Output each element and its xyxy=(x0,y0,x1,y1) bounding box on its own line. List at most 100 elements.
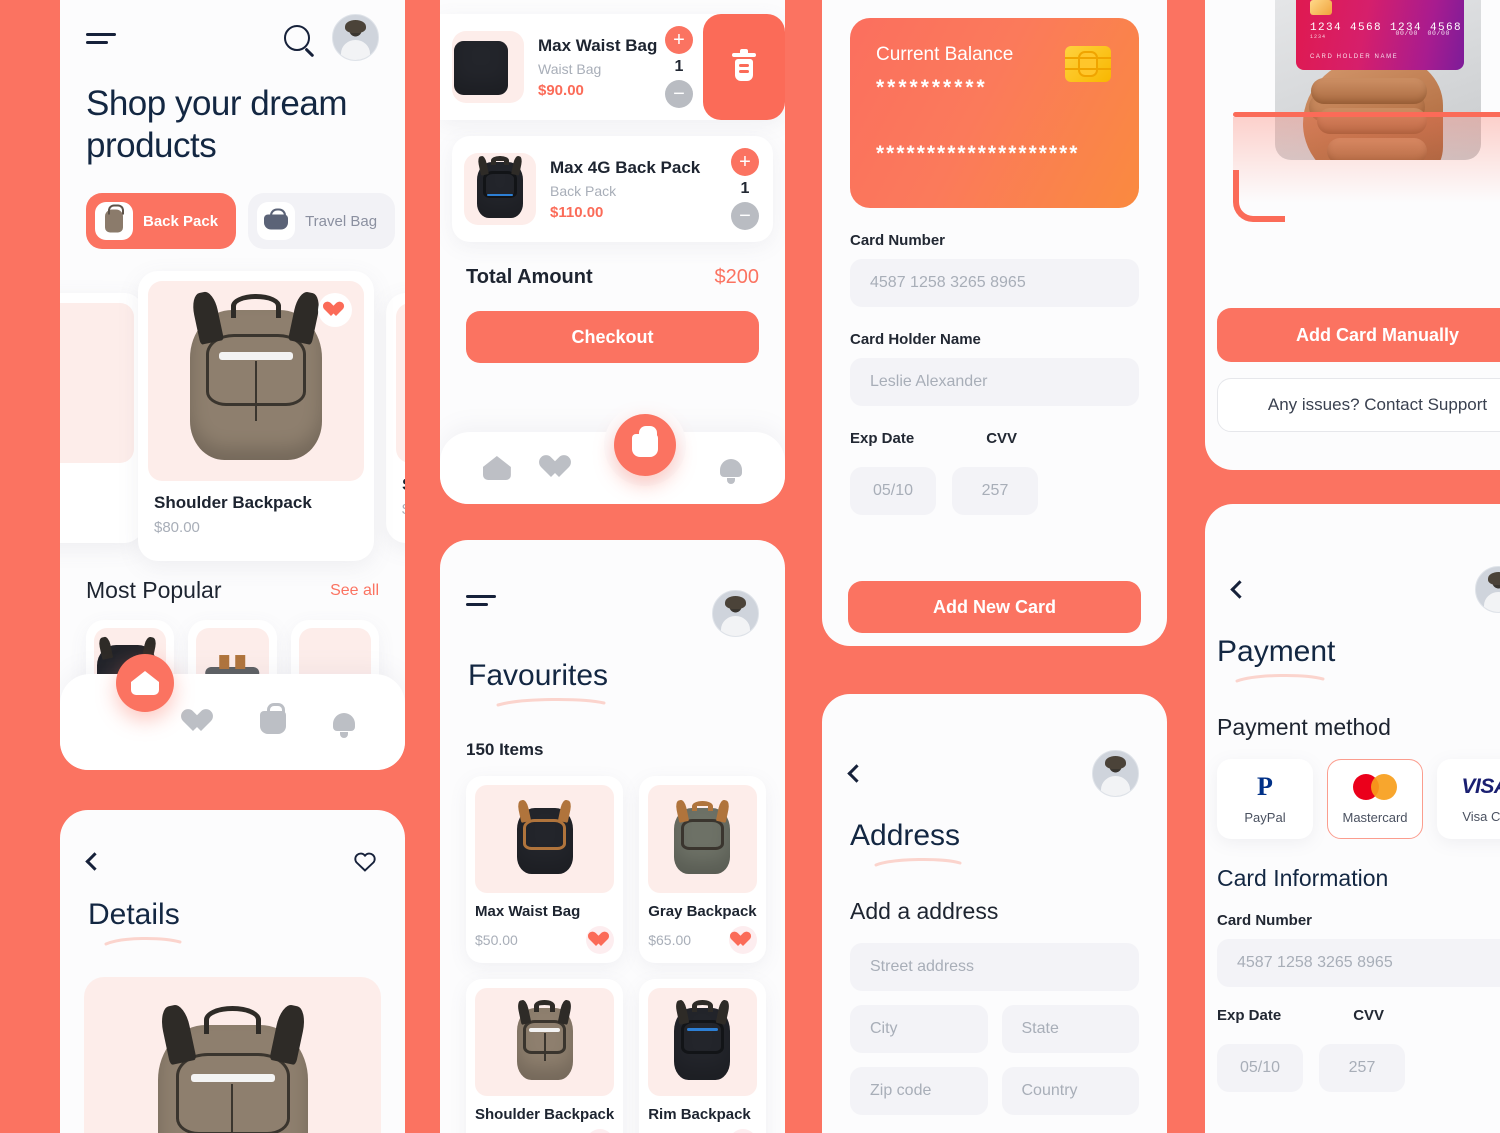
nav-alerts-icon[interactable] xyxy=(720,456,743,484)
favorite-button[interactable] xyxy=(586,1129,615,1133)
product-name: Gray Backpack xyxy=(648,903,757,920)
avatar[interactable] xyxy=(712,590,759,637)
country-input[interactable]: Country xyxy=(1001,1067,1139,1115)
card-exp-text: 00/00 xyxy=(1427,30,1450,37)
payment-method-visa[interactable]: VISA Visa Ca xyxy=(1437,759,1500,839)
nav-cart-button[interactable] xyxy=(604,404,687,486)
placeholder: Leslie Alexander xyxy=(870,373,988,390)
page-title: Favourites xyxy=(468,659,609,692)
back-icon[interactable] xyxy=(1230,580,1249,599)
product-image xyxy=(60,303,134,463)
payment-method-paypal[interactable]: P PayPal xyxy=(1217,759,1313,839)
product-card-peek-left[interactable]: ack xyxy=(60,293,144,543)
mockup-canvas: Shop your dream products Back Pack Trave… xyxy=(0,0,1500,1133)
avatar[interactable] xyxy=(1475,566,1500,613)
add-card-manually-button[interactable]: Add Card Manually xyxy=(1217,308,1500,362)
card-holder-input[interactable]: Leslie Alexander xyxy=(850,358,1139,406)
card-number-input[interactable]: 4587 1258 3265 8965 xyxy=(1217,939,1500,987)
visa-icon: VISA xyxy=(1461,774,1500,798)
nav-alerts-icon[interactable] xyxy=(333,710,356,738)
nav-favorites-icon[interactable] xyxy=(545,456,571,480)
zip-code-input[interactable]: Zip code xyxy=(850,1067,988,1115)
heart-outline-icon[interactable] xyxy=(353,850,377,872)
menu-icon[interactable] xyxy=(86,28,120,48)
see-all-link[interactable]: See all xyxy=(330,582,379,600)
category-chip-backpack[interactable]: Back Pack xyxy=(86,193,237,249)
increment-button[interactable]: + xyxy=(665,26,693,54)
product-name: Shoulder Backpack xyxy=(475,1106,615,1123)
emv-chip-icon xyxy=(1310,0,1332,15)
paypal-icon: P xyxy=(1257,771,1273,801)
title-underline xyxy=(496,697,606,707)
quantity-value: 1 xyxy=(740,180,750,197)
decrement-button[interactable]: − xyxy=(665,80,693,108)
cvv-input[interactable]: 257 xyxy=(1319,1044,1405,1092)
back-icon[interactable] xyxy=(85,851,104,871)
product-carousel[interactable]: ack Sa $45 Shoulder Backpack xyxy=(60,271,405,571)
balance-card: Current Balance ********** *************… xyxy=(850,18,1139,208)
product-image xyxy=(148,281,364,481)
product-hero-image xyxy=(84,977,381,1133)
category-chip-travelbag[interactable]: Travel Bag xyxy=(248,193,396,249)
home-icon xyxy=(131,671,159,695)
exp-date-label: Exp Date xyxy=(1217,1007,1282,1024)
product-card-featured[interactable]: Shoulder Backpack $80.00 xyxy=(138,271,374,561)
title-underline xyxy=(874,858,962,867)
total-row: Total Amount $200 xyxy=(466,266,759,289)
screen-address: Address Add a address Street address Cit… xyxy=(822,694,1167,1133)
favourite-card[interactable]: Shoulder Backpack $110.00 xyxy=(466,979,624,1133)
heart-icon xyxy=(734,932,751,949)
screen-home: Shop your dream products Back Pack Trave… xyxy=(60,0,405,770)
decrement-button[interactable]: − xyxy=(731,202,759,230)
cvv-label: CVV xyxy=(986,430,1018,447)
card-information-title: Card Information xyxy=(1217,865,1389,891)
heart-icon xyxy=(592,932,609,949)
avatar[interactable] xyxy=(332,14,379,61)
heart-icon xyxy=(327,302,344,319)
favorite-button[interactable] xyxy=(586,926,615,954)
card-number-input[interactable]: 4587 1258 3265 8965 xyxy=(850,259,1139,307)
menu-icon[interactable] xyxy=(466,590,500,610)
product-card-peek-right[interactable]: Sa $45 xyxy=(386,293,405,543)
favourite-card[interactable]: Rim Backpack $40.00 xyxy=(639,979,766,1133)
cart-row[interactable]: Max Waist Bag Waist Bag $90.00 + 1 − xyxy=(440,14,785,120)
cvv-input[interactable]: 257 xyxy=(952,467,1038,515)
nav-favorites-icon[interactable] xyxy=(187,710,213,734)
payment-method-list: P PayPal Mastercard VISA Visa Ca xyxy=(1205,741,1500,839)
screen-payment: Payment Payment method P PayPal Masterca… xyxy=(1205,504,1500,1133)
card-holder-label: Card Holder Name xyxy=(850,331,981,348)
checkout-button[interactable]: Checkout xyxy=(466,311,759,363)
card-scanner: BANKINTERNATIONAL 1234 4568 1234 4568 12… xyxy=(1205,0,1500,230)
nav-home-icon[interactable] xyxy=(482,456,511,480)
favourite-card[interactable]: Max Waist Bag $50.00 xyxy=(466,776,624,963)
chip-label: Back Pack xyxy=(143,212,219,230)
avatar[interactable] xyxy=(1092,750,1139,797)
section-subtitle: Add a address xyxy=(850,898,999,924)
favorite-button[interactable] xyxy=(728,1129,757,1133)
exp-date-input[interactable]: 05/10 xyxy=(850,467,936,515)
favorite-button[interactable] xyxy=(318,293,352,327)
exp-date-input[interactable]: 05/10 xyxy=(1217,1044,1303,1092)
delete-button[interactable] xyxy=(703,14,785,120)
placeholder: City xyxy=(870,1020,898,1037)
state-input[interactable]: State xyxy=(1001,1005,1139,1053)
add-new-card-button[interactable]: Add New Card xyxy=(848,581,1141,633)
nav-cart-icon[interactable] xyxy=(260,702,287,734)
contact-support-button[interactable]: Any issues? Contact Support xyxy=(1217,378,1500,432)
title-underline xyxy=(104,936,182,946)
favourite-card[interactable]: Gray Backpack $65.00 xyxy=(639,776,766,963)
quantity-value: 1 xyxy=(674,58,684,75)
city-input[interactable]: City xyxy=(850,1005,988,1053)
mastercard-icon xyxy=(1353,773,1397,800)
street-address-input[interactable]: Street address xyxy=(850,943,1139,991)
cart-row[interactable]: Max 4G Back Pack Back Pack $110.00 + 1 − xyxy=(452,136,773,242)
search-icon[interactable] xyxy=(284,24,310,51)
back-icon[interactable] xyxy=(847,764,866,783)
payment-header xyxy=(1205,504,1500,613)
favorite-button[interactable] xyxy=(728,926,757,954)
nav-home-button-active[interactable] xyxy=(116,654,174,712)
increment-button[interactable]: + xyxy=(731,148,759,176)
payment-method-mastercard[interactable]: Mastercard xyxy=(1327,759,1423,839)
product-name: Max Waist Bag xyxy=(475,903,581,920)
product-price: $65.00 xyxy=(648,932,692,948)
